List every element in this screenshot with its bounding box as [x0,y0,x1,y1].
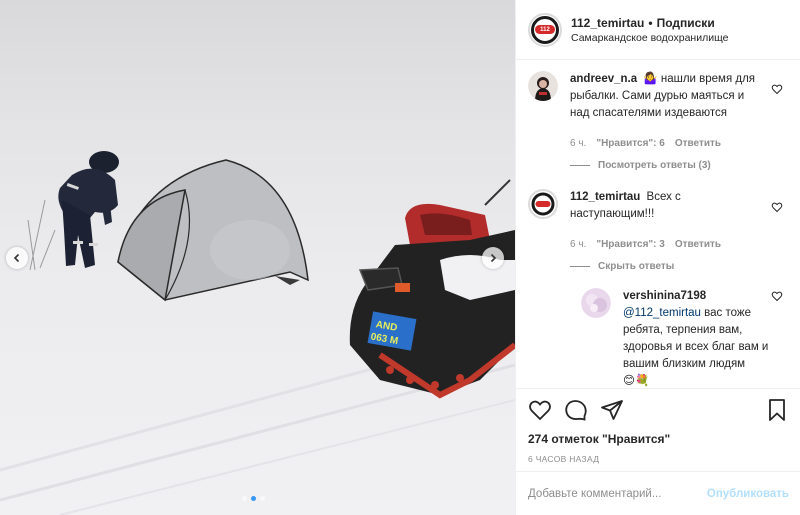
author-username[interactable]: 112_temirtau [571,16,644,30]
comment-likes[interactable]: "Нравится": 6 [596,135,665,152]
commenter-avatar[interactable] [528,189,558,219]
next-photo-button[interactable] [482,247,504,269]
bookmark-icon[interactable] [765,398,789,422]
carousel-dot-active [251,496,256,501]
comment-item: 112_temirtau Всех с наступающим!!! 6 ч. … [528,189,789,253]
separator-dot: • [648,15,653,30]
post-actions: 274 отметок "Нравится" 6 ЧАСОВ НАЗАД [516,388,800,464]
commenter-avatar[interactable] [528,71,558,101]
carousel-indicator [242,496,265,501]
heart-icon[interactable] [771,83,783,95]
comment-input[interactable] [528,487,707,500]
add-comment-bar: Опубликовать [516,471,800,515]
publish-button[interactable]: Опубликовать [707,488,789,500]
likes-count[interactable]: 274 отметок "Нравится" [528,432,789,446]
view-replies-button[interactable]: Посмотреть ответы (3) [570,160,789,171]
heart-icon[interactable] [771,201,783,213]
post-location[interactable]: Самаркандское водохранилище [571,32,728,44]
chevron-left-icon [13,253,20,263]
carousel-dot [242,496,247,501]
like-heart-icon[interactable] [528,398,552,422]
comment-username[interactable]: vershinina7198 [623,290,706,302]
author-avatar[interactable]: 112 [528,12,562,47]
view-replies-label: Посмотреть ответы (3) [598,160,711,171]
share-send-icon[interactable] [600,398,624,422]
comment-time[interactable]: 6 ч. [570,135,586,152]
hide-replies-label: Скрыть ответы [598,261,675,272]
comment-likes[interactable]: "Нравится": 3 [596,236,665,253]
heart-icon[interactable] [771,290,783,302]
comments-list: andreev_n.a 🤷‍♀️ нашли время для рыбалки… [516,61,800,387]
post-side-panel: 112 112_temirtau • Подписки Самаркандско… [515,0,800,515]
112-logo: 112 [531,15,559,44]
post-timestamp[interactable]: 6 ЧАСОВ НАЗАД [528,454,789,464]
comment-bubble-icon[interactable] [564,398,588,422]
follow-status-button[interactable]: Подписки [657,16,715,30]
comment-time[interactable]: 6 ч. [570,236,586,253]
logo-text: 112 [535,25,555,34]
prev-photo-button[interactable] [6,247,28,269]
mention-link[interactable]: @112_temirtau [623,307,701,319]
comment-emoji: 🤷‍♀️ [643,73,658,85]
comment-item: andreev_n.a 🤷‍♀️ нашли время для рыбалки… [528,71,789,152]
112-logo-icon [531,192,555,216]
comment-emojis: 😊💐 [623,375,650,387]
post-photo[interactable]: AND 063 M [0,0,515,515]
reply-item: vershinina7198 @112_temirtau вас тоже ре… [581,288,789,387]
comment-username[interactable]: 112_temirtau [570,191,640,203]
replies-line [570,266,590,267]
user-avatar-icon [581,288,611,318]
user-avatar-icon [528,71,558,101]
hide-replies-button[interactable]: Скрыть ответы [570,261,789,272]
comment-username[interactable]: andreev_n.a [570,73,637,85]
post-header: 112 112_temirtau • Подписки Самаркандско… [516,0,800,60]
replies-line [570,165,590,166]
commenter-avatar[interactable] [581,288,611,318]
carousel-dot [260,496,265,501]
reply-button[interactable]: Ответить [675,135,721,152]
reply-button[interactable]: Ответить [675,236,721,253]
snow-scene-image: AND 063 M [0,0,515,515]
chevron-right-icon [490,253,497,263]
